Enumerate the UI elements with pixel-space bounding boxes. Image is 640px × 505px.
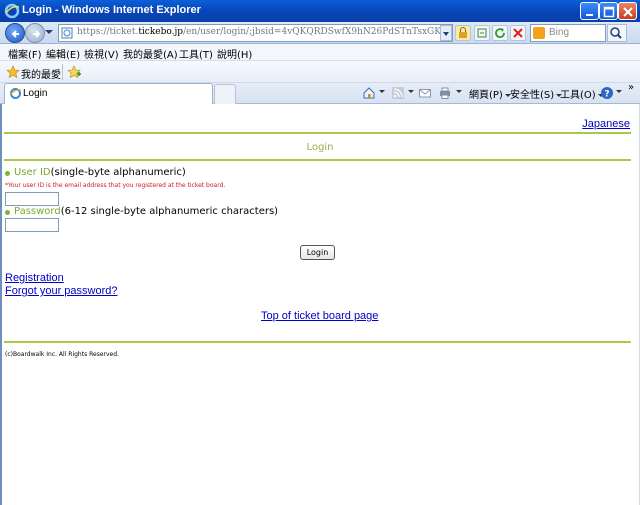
- search-placeholder: Bing: [549, 27, 570, 38]
- tab-bar: Login 網頁(P) 安全性(S) 工具(O) ? »: [0, 82, 640, 104]
- title-bar: Login - Windows Internet Explorer: [0, 0, 640, 22]
- padlock-icon: [459, 27, 467, 38]
- close-window-button[interactable]: [618, 2, 637, 20]
- add-to-favorites-icon[interactable]: [67, 65, 82, 79]
- favorites-separator: [62, 64, 63, 80]
- tools-menu-label: 工具(O): [560, 90, 596, 101]
- password-label: Password(6-12 single-byte alphanumeric c…: [14, 206, 278, 217]
- address-bar: https://ticket.tickebo.jp/en/user/login/…: [0, 22, 640, 44]
- window-title: Login - Windows Internet Explorer: [22, 4, 201, 16]
- print-dropdown-icon[interactable]: [454, 86, 462, 97]
- help-icon[interactable]: ?: [600, 86, 614, 100]
- menu-help[interactable]: 說明(H): [217, 46, 252, 61]
- divider-heading: [4, 159, 631, 161]
- menu-bar: 檔案(F) 編輯(E) 檢視(V) 我的最愛(A) 工具(T) 說明(H): [0, 44, 640, 61]
- menu-edit[interactable]: 編輯(E): [46, 46, 80, 61]
- menu-view[interactable]: 檢視(V): [84, 46, 119, 61]
- back-arrow-icon: [11, 30, 19, 38]
- divider-footer: [4, 341, 631, 343]
- userid-note: *Your user ID is the email address that …: [5, 182, 226, 189]
- favorites-bar: 我的最愛: [0, 61, 640, 83]
- top-page-link[interactable]: Top of ticket board page: [261, 310, 378, 322]
- registration-link[interactable]: Registration: [5, 272, 64, 284]
- maximize-button[interactable]: [599, 2, 618, 20]
- password-label-text: Password: [14, 206, 61, 217]
- page-content: Japanese Login User ID(single-byte alpha…: [0, 104, 640, 505]
- search-input[interactable]: Bing: [530, 24, 606, 42]
- search-button[interactable]: [607, 24, 627, 42]
- url-dropdown-button[interactable]: [440, 25, 452, 41]
- chevron-more-icon[interactable]: »: [628, 82, 634, 93]
- help-dropdown-icon[interactable]: [614, 86, 622, 97]
- compatibility-icon: [477, 28, 487, 38]
- minimize-button[interactable]: [580, 2, 599, 20]
- new-tab-button[interactable]: [214, 84, 236, 104]
- language-link[interactable]: Japanese: [582, 118, 630, 130]
- page-menu[interactable]: 網頁(P): [469, 86, 511, 101]
- favorites-star-icon[interactable]: [6, 65, 20, 79]
- page-icon: [61, 27, 73, 39]
- ie-logo-icon: [4, 3, 20, 19]
- tab-label: Login: [23, 88, 48, 99]
- menu-file[interactable]: 檔案(F): [8, 46, 42, 61]
- lock-icon[interactable]: [455, 25, 471, 41]
- back-button[interactable]: [5, 23, 25, 43]
- copyright-text: (c)Boardwalk Inc. All Rights Reserved.: [5, 351, 119, 358]
- userid-hint: (single-byte alphanumeric): [50, 167, 186, 178]
- favorites-label[interactable]: 我的最愛: [21, 66, 61, 81]
- page-heading: Login: [306, 142, 334, 153]
- menu-favorites[interactable]: 我的最愛(A): [123, 46, 178, 61]
- forward-arrow-icon: [33, 30, 41, 38]
- userid-bullet-icon: [5, 171, 10, 176]
- refresh-button[interactable]: [492, 25, 508, 41]
- safety-menu-label: 安全性(S): [510, 90, 555, 101]
- tools-menu[interactable]: 工具(O): [560, 86, 604, 101]
- password-bullet-icon: [5, 210, 10, 215]
- history-dropdown-icon[interactable]: [45, 30, 53, 34]
- page-menu-label: 網頁(P): [469, 90, 503, 101]
- close-icon: [623, 7, 633, 17]
- maximize-icon: [603, 6, 615, 18]
- ie-page-icon: [9, 88, 22, 99]
- refresh-icon: [495, 28, 505, 39]
- userid-label-text: User ID: [14, 167, 51, 178]
- home-icon[interactable]: [362, 86, 376, 100]
- tab-login[interactable]: Login: [4, 83, 213, 104]
- safety-menu[interactable]: 安全性(S): [510, 86, 563, 101]
- forgot-password-link[interactable]: Forgot your password?: [5, 285, 118, 297]
- url-text: https://ticket.tickebo.jp/en/user/login/…: [77, 27, 452, 37]
- print-icon[interactable]: [438, 86, 452, 100]
- read-mail-icon[interactable]: [418, 86, 432, 100]
- feeds-dropdown-icon[interactable]: [406, 86, 414, 97]
- menu-tools[interactable]: 工具(T): [179, 46, 213, 61]
- login-button[interactable]: Login: [300, 245, 335, 260]
- compatibility-view-button[interactable]: [474, 25, 490, 41]
- rss-feeds-icon[interactable]: [391, 86, 405, 100]
- password-input[interactable]: [5, 218, 59, 232]
- userid-label: User ID(single-byte alphanumeric): [14, 167, 186, 178]
- minimize-icon: [586, 14, 593, 16]
- svg-text:?: ?: [604, 90, 609, 100]
- forward-button[interactable]: [25, 23, 45, 43]
- userid-input[interactable]: [5, 192, 59, 206]
- url-input[interactable]: https://ticket.tickebo.jp/en/user/login/…: [58, 24, 453, 42]
- stop-button[interactable]: [510, 25, 526, 41]
- home-dropdown-icon[interactable]: [377, 86, 385, 97]
- divider-top: [4, 132, 631, 134]
- bing-logo-icon: [533, 27, 545, 39]
- password-hint: (6-12 single-byte alphanumeric character…: [60, 206, 279, 217]
- stop-icon: [513, 28, 523, 38]
- search-icon: [610, 27, 622, 39]
